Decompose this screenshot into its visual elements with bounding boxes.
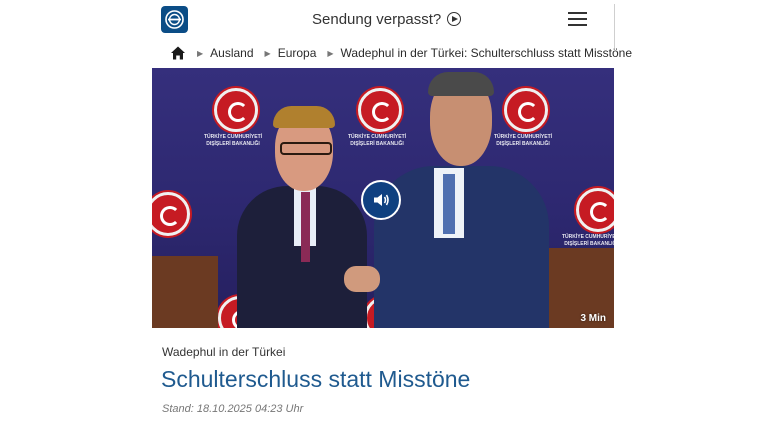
glasses	[280, 142, 332, 155]
home-icon[interactable]	[170, 45, 186, 61]
article-topline: Wadephul in der Türkei	[162, 345, 286, 359]
article-headline[interactable]: Schulterschluss statt Misstöne	[161, 366, 470, 393]
video-duration: 3 Min	[580, 313, 606, 324]
emblem-caption: TÜRKİYE CUMHURİYETİ DIŞİŞLERİ BAKANLIĞI	[347, 134, 407, 147]
hamburger-menu-icon[interactable]	[568, 12, 587, 26]
site-header: Sendung verpasst?	[152, 0, 614, 38]
article-teaser: Sendung verpasst? ▶ Ausland ▶ Europa ▶ W…	[152, 0, 632, 421]
video-player[interactable]: TÜRKİYE CUMHURİYETİ DIŞİŞLERİ BAKANLIĞI …	[152, 68, 614, 328]
hair	[428, 72, 494, 96]
breadcrumb-separator-icon: ▶	[197, 48, 204, 58]
tagesschau-logo-icon[interactable]	[161, 6, 188, 33]
emblem-image	[214, 88, 258, 132]
breadcrumb: ▶ Ausland ▶ Europa ▶ Wadephul in der Tür…	[170, 44, 632, 62]
play-circle-icon	[447, 12, 462, 26]
breadcrumb-separator-icon: ▶	[264, 48, 271, 58]
podium-left	[152, 256, 218, 328]
emblem-image	[576, 188, 614, 232]
breadcrumb-item-current: Wadephul in der Türkei: Schulterschluss …	[340, 46, 633, 60]
emblem-caption: TÜRKİYE CUMHURİYETİ DIŞİŞLERİ BAKANLIĞI	[561, 234, 614, 247]
emblem-caption: TÜRKİYE CUMHURİYETİ DIŞİŞLERİ BAKANLIĞI	[203, 134, 263, 147]
divider	[614, 4, 615, 48]
tie	[443, 174, 455, 234]
breadcrumb-item-ausland[interactable]: Ausland	[210, 46, 253, 60]
breadcrumb-separator-icon: ▶	[327, 48, 334, 58]
emblem-image	[152, 192, 190, 236]
missed-broadcast-label: Sendung verpasst?	[312, 10, 442, 28]
breadcrumb-item-europa[interactable]: Europa	[278, 46, 317, 60]
emblem-image	[358, 88, 402, 132]
hair	[273, 106, 335, 128]
missed-broadcast-link[interactable]: Sendung verpasst?	[312, 9, 462, 29]
tie	[301, 192, 310, 262]
emblem-image	[504, 88, 548, 132]
handshake	[344, 266, 380, 292]
emblem-caption: TÜRKİYE CUMHURİYETİ DIŞİŞLERİ BAKANLIĞI	[493, 134, 553, 147]
speaker-icon[interactable]	[361, 180, 401, 220]
article-timestamp: Stand: 18.10.2025 04:23 Uhr	[162, 403, 304, 415]
